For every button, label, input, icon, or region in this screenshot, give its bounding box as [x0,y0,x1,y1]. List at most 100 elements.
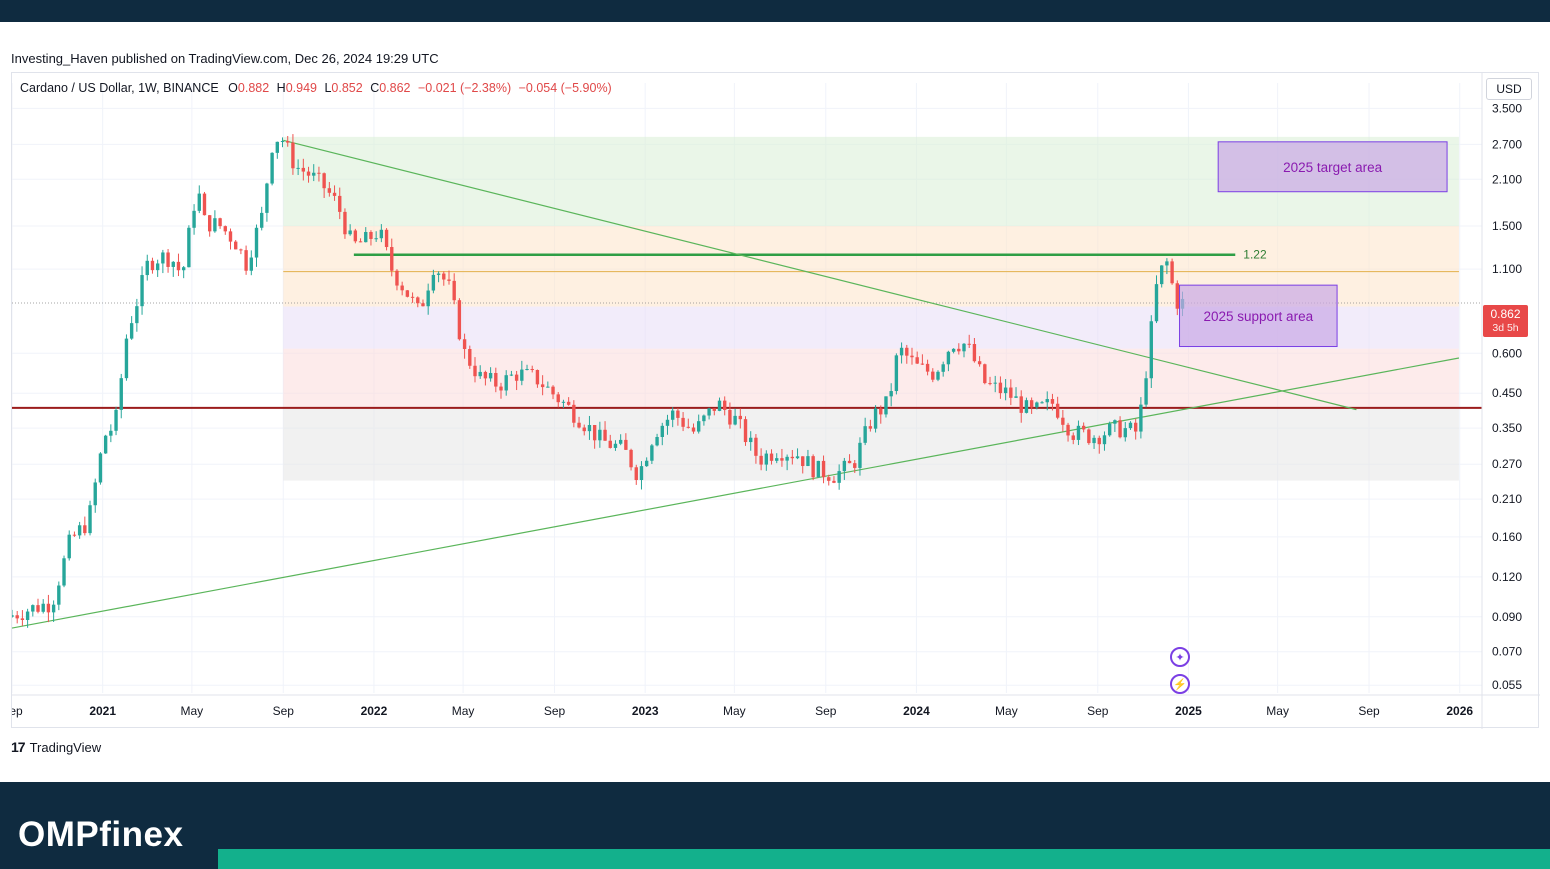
candle-body-34 [187,227,191,268]
candle-body-51 [275,141,280,153]
candle-body-82 [436,273,441,275]
candle-body-108 [572,404,576,423]
y-tick-label-2: 2.100 [1492,172,1522,186]
x-tick-label-0: Sep [12,704,23,718]
candle-body-3 [25,611,30,620]
candle-body-204 [1071,435,1075,440]
candle-body-101 [535,370,540,385]
candle-body-120 [634,467,638,480]
candle-body-53 [286,141,290,143]
candle-body-76 [405,290,410,297]
candle-body-22 [124,338,129,379]
candle-body-166 [873,408,878,429]
candle-body-23 [129,323,134,339]
candle-body-59 [317,172,321,174]
candle-body-81 [431,274,436,291]
tradingview-logo-icon: 17 [11,739,26,755]
candle-body-9 [57,585,61,605]
candle-body-189 [993,382,997,384]
candle-body-150 [790,456,795,459]
candle-body-74 [395,270,399,286]
candle-body-95 [504,375,508,391]
candle-body-131 [691,427,696,432]
publish-line: Investing_Haven published on TradingView… [11,51,439,66]
candle-body-107 [566,401,571,405]
candle-body-28 [155,263,160,271]
candle-body-88 [468,349,472,366]
candle-body-49 [265,183,269,213]
y-tick-label-9: 0.210 [1492,492,1522,506]
candle-body-89 [473,365,477,377]
candle-body-215 [1128,422,1133,429]
candle-body-71 [379,229,384,239]
candle-body-201 [1055,403,1060,418]
candle-body-38 [207,215,212,232]
sparkle-icon[interactable]: ✦ [1170,647,1190,667]
candle-body-167 [879,408,883,415]
candle-body-141 [743,419,748,443]
candle-body-162 [853,463,857,468]
candle-body-136 [717,400,722,411]
candle-body-199 [1045,399,1049,403]
candle-body-134 [707,408,711,416]
candle-body-114 [603,429,607,441]
candle-body-75 [400,285,404,291]
candle-body-148 [780,458,784,461]
candle-body-110 [582,427,586,432]
candle-body-112 [592,425,597,441]
chart-frame[interactable]: 1.22 2025 target area 2025 support area 3.5… [11,72,1540,729]
candle-body-70 [374,238,378,240]
candle-body-217 [1139,404,1143,432]
candle-body-126 [665,419,670,426]
candle-body-78 [416,297,420,304]
candle-body-182 [957,348,961,352]
y-tick-label-8: 0.270 [1492,457,1522,471]
y-tick-label-13: 0.070 [1492,645,1522,659]
candle-body-29 [161,252,165,264]
close-value: 0.862 [379,81,411,95]
candle-body-173 [910,355,914,358]
x-tick-label-14: May [1266,704,1289,718]
tradingview-logo[interactable]: 17 TradingView [11,739,101,755]
candle-body-98 [520,369,524,381]
candle-body-210 [1102,435,1107,445]
candle-body-12 [72,534,77,536]
candle-body-85 [452,280,456,301]
candle-body-152 [801,456,805,467]
level-label-0: 1.22 [1243,248,1267,262]
lightning-icon[interactable]: ⚡ [1170,674,1190,694]
candle-body-146 [769,453,774,461]
candle-body-186 [977,361,982,365]
open-label: O [228,81,238,95]
candle-body-18 [103,435,108,454]
chart-canvas[interactable]: 1.22 2025 target area 2025 support area 3.5… [12,73,1540,729]
candle-body-27 [150,260,155,271]
candle-body-218 [1144,378,1148,405]
candle-body-109 [577,422,581,428]
symbol-legend[interactable]: Cardano / US Dollar, 1W, BINANCE O0.882 … [20,81,612,95]
candle-body-139 [733,415,737,425]
candle-body-103 [546,386,550,388]
candle-body-154 [811,456,815,478]
candle-body-187 [983,364,987,384]
candle-body-100 [530,368,534,371]
candle-body-116 [613,443,618,448]
candle-body-165 [868,426,873,429]
y-tick-label-0: 3.500 [1492,101,1522,115]
x-tick-label-15: Sep [1358,704,1380,718]
candle-body-44 [239,249,243,251]
candle-body-43 [234,241,238,250]
candle-body-159 [837,471,841,483]
candle-body-209 [1097,437,1101,445]
low-value: 0.852 [331,81,363,95]
candle-body-119 [629,449,633,468]
candle-body-155 [816,460,821,478]
candle-body-125 [660,425,664,437]
candle-body-80 [426,290,430,307]
candle-body-64 [343,211,347,235]
x-tick-label-4: 2022 [361,704,388,718]
currency-button[interactable]: USD [1486,78,1532,100]
candle-body-92 [488,372,493,379]
candle-body-111 [587,425,592,432]
candle-body-174 [915,357,919,364]
